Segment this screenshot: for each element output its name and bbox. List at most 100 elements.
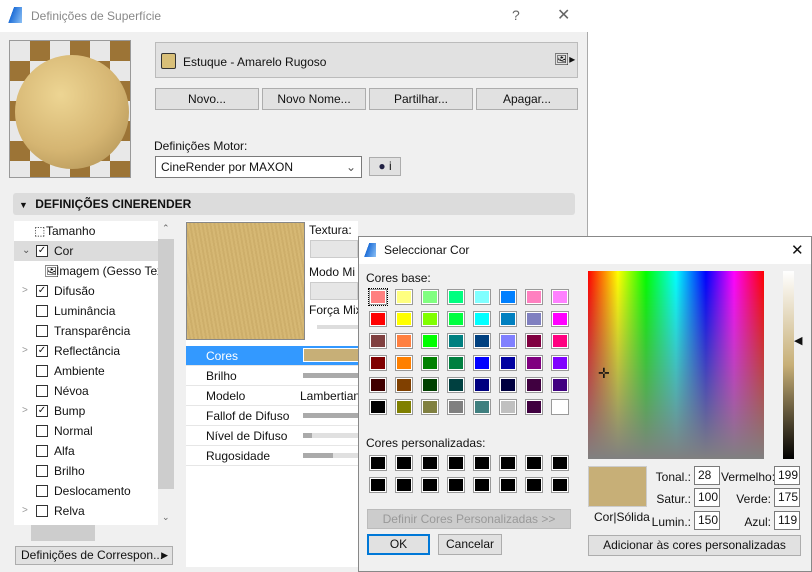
base-color-swatch[interactable]	[421, 399, 439, 415]
custom-color-swatch[interactable]	[447, 455, 465, 471]
base-color-swatch[interactable]	[421, 333, 439, 349]
base-color-swatch[interactable]	[525, 311, 543, 327]
base-color-swatch[interactable]	[525, 289, 543, 305]
base-color-swatch[interactable]	[421, 377, 439, 393]
texture-field[interactable]	[310, 240, 358, 258]
checkbox[interactable]	[36, 465, 48, 477]
sat-input[interactable]: 100	[694, 488, 720, 507]
base-color-swatch[interactable]	[499, 311, 517, 327]
checkbox[interactable]	[36, 485, 48, 497]
section-header[interactable]: ▼ DEFINIÇÕES CINERENDER	[13, 193, 575, 215]
tree-horizontal-scrollbar[interactable]	[14, 525, 174, 541]
base-color-swatch[interactable]	[499, 289, 517, 305]
share-button[interactable]: Partilhar...	[369, 88, 473, 110]
base-color-swatch[interactable]	[369, 377, 387, 393]
property-row[interactable]: Brilho	[186, 366, 363, 386]
checkbox[interactable]	[36, 505, 48, 517]
custom-color-swatch[interactable]	[395, 455, 413, 471]
custom-color-swatch[interactable]	[551, 477, 569, 493]
property-slider[interactable]	[303, 373, 363, 378]
property-row[interactable]: Fallof de Difuso	[186, 406, 363, 426]
base-color-swatch[interactable]	[525, 355, 543, 371]
base-color-swatch[interactable]	[395, 289, 413, 305]
new-button[interactable]: Novo...	[155, 88, 259, 110]
tree-item[interactable]: > ✓ Difusão	[14, 281, 158, 301]
base-color-swatch[interactable]	[395, 399, 413, 415]
custom-color-swatch[interactable]	[499, 477, 517, 493]
checkbox[interactable]	[36, 425, 48, 437]
property-row[interactable]: Rugosidade	[186, 446, 363, 466]
property-row[interactable]: Cores	[186, 346, 363, 366]
base-color-swatch[interactable]	[368, 288, 388, 306]
luminance-arrow-icon[interactable]: ◀	[794, 334, 802, 347]
base-color-swatch[interactable]	[369, 399, 387, 415]
base-color-swatch[interactable]	[395, 333, 413, 349]
chevron-right-icon[interactable]: >	[22, 501, 28, 521]
custom-color-swatch[interactable]	[551, 455, 569, 471]
property-row[interactable]: Modelo Lambertian	[186, 386, 360, 406]
checkbox[interactable]: ✓	[36, 345, 48, 357]
dialog-close-icon[interactable]: ✕	[791, 241, 804, 259]
base-color-swatch[interactable]	[473, 333, 491, 349]
custom-color-swatch[interactable]	[369, 455, 387, 471]
base-color-swatch[interactable]	[525, 333, 543, 349]
property-slider[interactable]	[303, 453, 363, 458]
custom-color-swatch[interactable]	[447, 477, 465, 493]
tree-item[interactable]: Luminância	[14, 301, 158, 321]
tree-item[interactable]: Brilho	[14, 461, 158, 481]
base-color-swatch[interactable]	[499, 333, 517, 349]
mapping-settings-button[interactable]: Definições de Correspon... ▶	[15, 546, 173, 565]
base-color-swatch[interactable]	[473, 289, 491, 305]
base-color-swatch[interactable]	[551, 355, 569, 371]
base-color-swatch[interactable]	[395, 377, 413, 393]
base-color-swatch[interactable]	[447, 377, 465, 393]
tree-item[interactable]: 🖼 Imagem (Gesso Tex	[14, 261, 158, 281]
base-color-swatch[interactable]	[551, 399, 569, 415]
tree-item[interactable]: > ✓ Reflectância	[14, 341, 158, 361]
custom-color-swatch[interactable]	[525, 455, 543, 471]
tree-item[interactable]: Deslocamento	[14, 481, 158, 501]
checkbox[interactable]: ✓	[36, 285, 48, 297]
custom-color-swatch[interactable]	[421, 455, 439, 471]
base-color-swatch[interactable]	[447, 355, 465, 371]
tree-item[interactable]: > ✓ Bump	[14, 401, 158, 421]
base-color-swatch[interactable]	[473, 355, 491, 371]
property-row[interactable]: Nível de Difuso	[186, 426, 363, 446]
base-color-swatch[interactable]	[499, 399, 517, 415]
base-color-swatch[interactable]	[551, 333, 569, 349]
close-icon[interactable]: ✕	[557, 5, 570, 25]
base-color-swatch[interactable]	[369, 311, 387, 327]
tree-vertical-scrollbar[interactable]: ⌃ ⌄	[158, 221, 174, 525]
base-color-swatch[interactable]	[525, 377, 543, 393]
checkbox[interactable]	[36, 445, 48, 457]
engine-info-button[interactable]: ● i	[369, 157, 401, 176]
custom-color-swatch[interactable]	[395, 477, 413, 493]
base-color-swatch[interactable]	[395, 311, 413, 327]
add-to-custom-colors-button[interactable]: Adicionar às cores personalizadas	[588, 535, 801, 556]
base-color-swatch[interactable]	[447, 311, 465, 327]
base-color-swatch[interactable]	[473, 311, 491, 327]
checkbox[interactable]	[36, 365, 48, 377]
blue-input[interactable]: 119	[774, 511, 800, 530]
chevron-down-icon[interactable]: ⌄	[22, 241, 30, 261]
tree-item[interactable]: Ambiente	[14, 361, 158, 381]
base-color-swatch[interactable]	[499, 355, 517, 371]
chevron-right-icon[interactable]: >	[22, 401, 28, 421]
checkbox[interactable]	[36, 305, 48, 317]
image-icon[interactable]: 🖼▸	[554, 52, 575, 66]
property-slider[interactable]	[303, 413, 363, 418]
rename-button[interactable]: Novo Nome...	[262, 88, 366, 110]
define-custom-colors-button[interactable]: Definir Cores Personalizadas >>	[367, 509, 571, 529]
tree-item[interactable]: > Relva	[14, 501, 158, 521]
base-color-swatch[interactable]	[473, 399, 491, 415]
base-color-swatch[interactable]	[551, 311, 569, 327]
checkbox[interactable]	[36, 325, 48, 337]
luminance-slider[interactable]	[783, 271, 794, 459]
help-button[interactable]: ?	[512, 7, 520, 23]
ok-button[interactable]: OK	[367, 534, 430, 555]
tree-item[interactable]: Transparência	[14, 321, 158, 341]
cancel-button[interactable]: Cancelar	[438, 534, 502, 555]
base-color-swatch[interactable]	[369, 333, 387, 349]
custom-color-swatch[interactable]	[421, 477, 439, 493]
tree-item[interactable]: Névoa	[14, 381, 158, 401]
